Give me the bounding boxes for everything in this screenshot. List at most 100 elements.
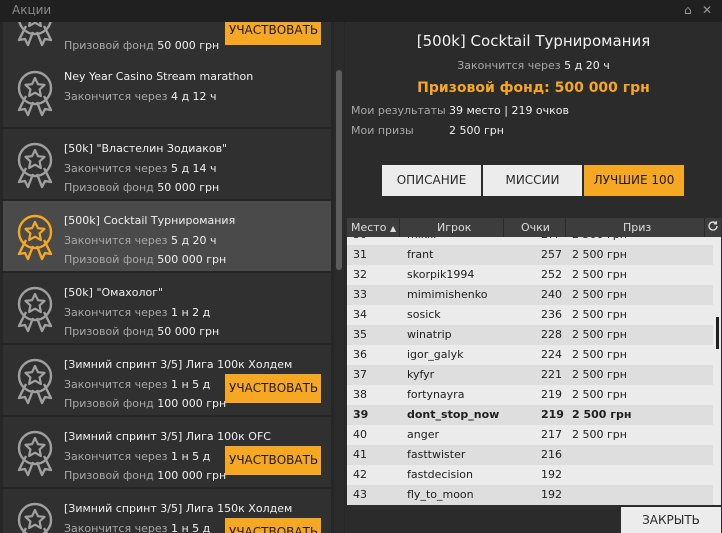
cell-place: 41 [353,448,367,461]
cell-player: igor_galyk [407,348,464,361]
table-row[interactable]: 40 anger 217 2 500 грн [347,425,713,445]
tab-top-100[interactable]: ЛУЧШИЕ 100 [584,165,684,196]
cell-points: 224 [541,348,562,361]
join-button[interactable]: УЧАСТВОВАТЬ [225,446,321,475]
promo-name: [50k] "Омахолог" [64,286,164,299]
promo-name: [50k] "Властелин Зодиаков" [64,142,228,155]
cell-player: kyfyr [407,368,435,381]
promo-name: [500k] Cocktail Турниромания [64,214,236,227]
join-button[interactable]: УЧАСТВОВАТЬ [225,374,321,403]
title-bar: Акции ⌂ ✕ [0,0,722,22]
cell-place: 35 [353,328,367,341]
promo-item[interactable]: [50k] "Омахолог" Закончится через 1 н 2 д… [3,273,331,343]
cell-points: 240 [541,288,562,301]
promo-item[interactable]: [500k] Cocktail Турниромания Закончится ч… [3,201,331,271]
promotions-scrollbar[interactable] [334,22,344,533]
cell-player: fasttwister [407,448,466,461]
cell-points: 221 [541,368,562,381]
cell-player: frant [407,248,434,261]
table-row[interactable]: 35 winatrip 228 2 500 грн [347,325,713,345]
cell-player: fortynayra [407,388,465,401]
promotions-list[interactable]: Призовой фонд 50 000 грн УЧАСТВОВАТЬ Ney Y… [0,22,345,533]
cell-player: mikiii [407,237,436,245]
award-ribbon-icon [13,69,57,117]
promo-fund: Призовой фонд 50 000 грн [64,39,220,52]
cell-player: anger [407,428,439,441]
cell-prize: 2 500 грн [572,348,627,361]
table-row[interactable]: 43 fly_to_moon 192 [347,485,713,505]
promo-item[interactable]: [Зимний спринт 3/5] Лига 150к Холдем Зако… [3,489,331,533]
cell-player: fastdecision [407,468,473,481]
scrollbar-thumb[interactable] [716,317,719,349]
cell-points: 236 [541,308,562,321]
cell-place: 30 [353,237,367,245]
award-ribbon-icon [13,141,57,189]
promo-item[interactable]: Призовой фонд 50 000 грн УЧАСТВОВАТЬ [3,22,331,57]
cell-points: 192 [541,468,562,481]
promo-fund: Призовой фонд 100 000 грн [64,397,227,410]
cell-prize: 2 500 грн [572,237,627,245]
scrollbar-thumb[interactable] [336,70,342,270]
promo-item[interactable]: Ney Year Casino Stream marathon Закончитс… [3,57,331,127]
cell-prize: 2 500 грн [572,308,627,321]
column-player[interactable]: Игрок [437,221,471,234]
leaderboard-scrollbar[interactable] [714,237,721,505]
cell-points: 219 [541,408,564,421]
cell-player: skorpik1994 [407,268,475,281]
join-button[interactable]: УЧАСТВОВАТЬ [225,22,321,45]
cell-points: 216 [541,448,562,461]
table-row[interactable]: 31 frant 257 2 500 грн [347,245,713,265]
column-prize[interactable]: Приз [623,221,651,234]
home-icon[interactable]: ⌂ [684,3,692,17]
column-divider [503,218,504,237]
tab-missions[interactable]: МИССИИ [483,165,582,196]
cell-place: 42 [353,468,367,481]
leaderboard-table[interactable]: 30mikiii2??2 500 грн31frant2572 500 грн3… [347,237,721,505]
cell-prize: 2 500 грн [572,428,627,441]
promo-item[interactable]: [Зимний спринт 3/5] Лига 100к Холдем Зако… [3,345,331,415]
cell-points: 217 [541,428,562,441]
award-ribbon-icon [13,22,57,47]
table-row-current-user[interactable]: 39 dont_stop_now 219 2 500 грн [347,405,713,425]
table-row[interactable]: 32 skorpik1994 252 2 500 грн [347,265,713,285]
promo-fund: Призовой фонд 50 000 грн [64,325,220,338]
table-row[interactable]: 37 kyfyr 221 2 500 грн [347,365,713,385]
cell-place: 43 [353,488,367,501]
refresh-icon[interactable] [707,220,719,235]
column-place[interactable]: Место ▲ [351,221,396,234]
table-row[interactable]: 41 fasttwister 216 [347,445,713,465]
column-divider [399,218,400,237]
promo-ends: Закончится через 1 н 2 д [64,306,211,319]
table-row[interactable]: 30 mikiii 2?? 2 500 грн [347,237,713,245]
table-row[interactable]: 33 mimimishenko 240 2 500 грн [347,285,713,305]
promotion-details: [500k] Cocktail Турниромания Закончится … [345,22,722,533]
promo-ends: Закончится через 1 н 5 д [64,378,211,391]
cell-place: 36 [353,348,367,361]
cell-points: 2?? [541,237,560,245]
leaderboard-header: Место ▲ Игрок Очки Приз [347,218,721,237]
table-row[interactable]: 36 igor_galyk 224 2 500 грн [347,345,713,365]
cell-points: 257 [541,248,562,261]
cell-place: 32 [353,268,367,281]
tab-description[interactable]: ОПИСАНИЕ [382,165,481,196]
cell-place: 31 [353,248,367,261]
cell-player: winatrip [407,328,452,341]
table-row[interactable]: 34 sosick 236 2 500 грн [347,305,713,325]
table-row[interactable]: 38 fortynayra 219 2 500 грн [347,385,713,405]
close-button[interactable]: ЗАКРЫТЬ [621,507,721,533]
cell-player: fly_to_moon [407,488,474,501]
column-divider [704,218,705,237]
close-icon[interactable]: ✕ [702,3,712,17]
cell-prize: 2 500 грн [572,388,627,401]
promo-name: [Зимний спринт 3/5] Лига 100к Холдем [64,358,293,371]
sort-up-icon: ▲ [389,224,397,233]
promo-item[interactable]: [Зимний спринт 3/5] Лига 100к OFC Закончи… [3,417,331,487]
join-button[interactable]: УЧАСТВОВАТЬ [225,518,321,533]
promo-item[interactable]: [50k] "Властелин Зодиаков" Закончится чер… [3,129,331,199]
table-row[interactable]: 42 fastdecision 192 [347,465,713,485]
column-points[interactable]: Очки [521,221,550,234]
cell-points: 228 [541,328,562,341]
cell-points: 219 [541,388,562,401]
cell-player: mimimishenko [407,288,488,301]
promo-ends: Закончится через 5 д 20 ч [64,234,217,247]
